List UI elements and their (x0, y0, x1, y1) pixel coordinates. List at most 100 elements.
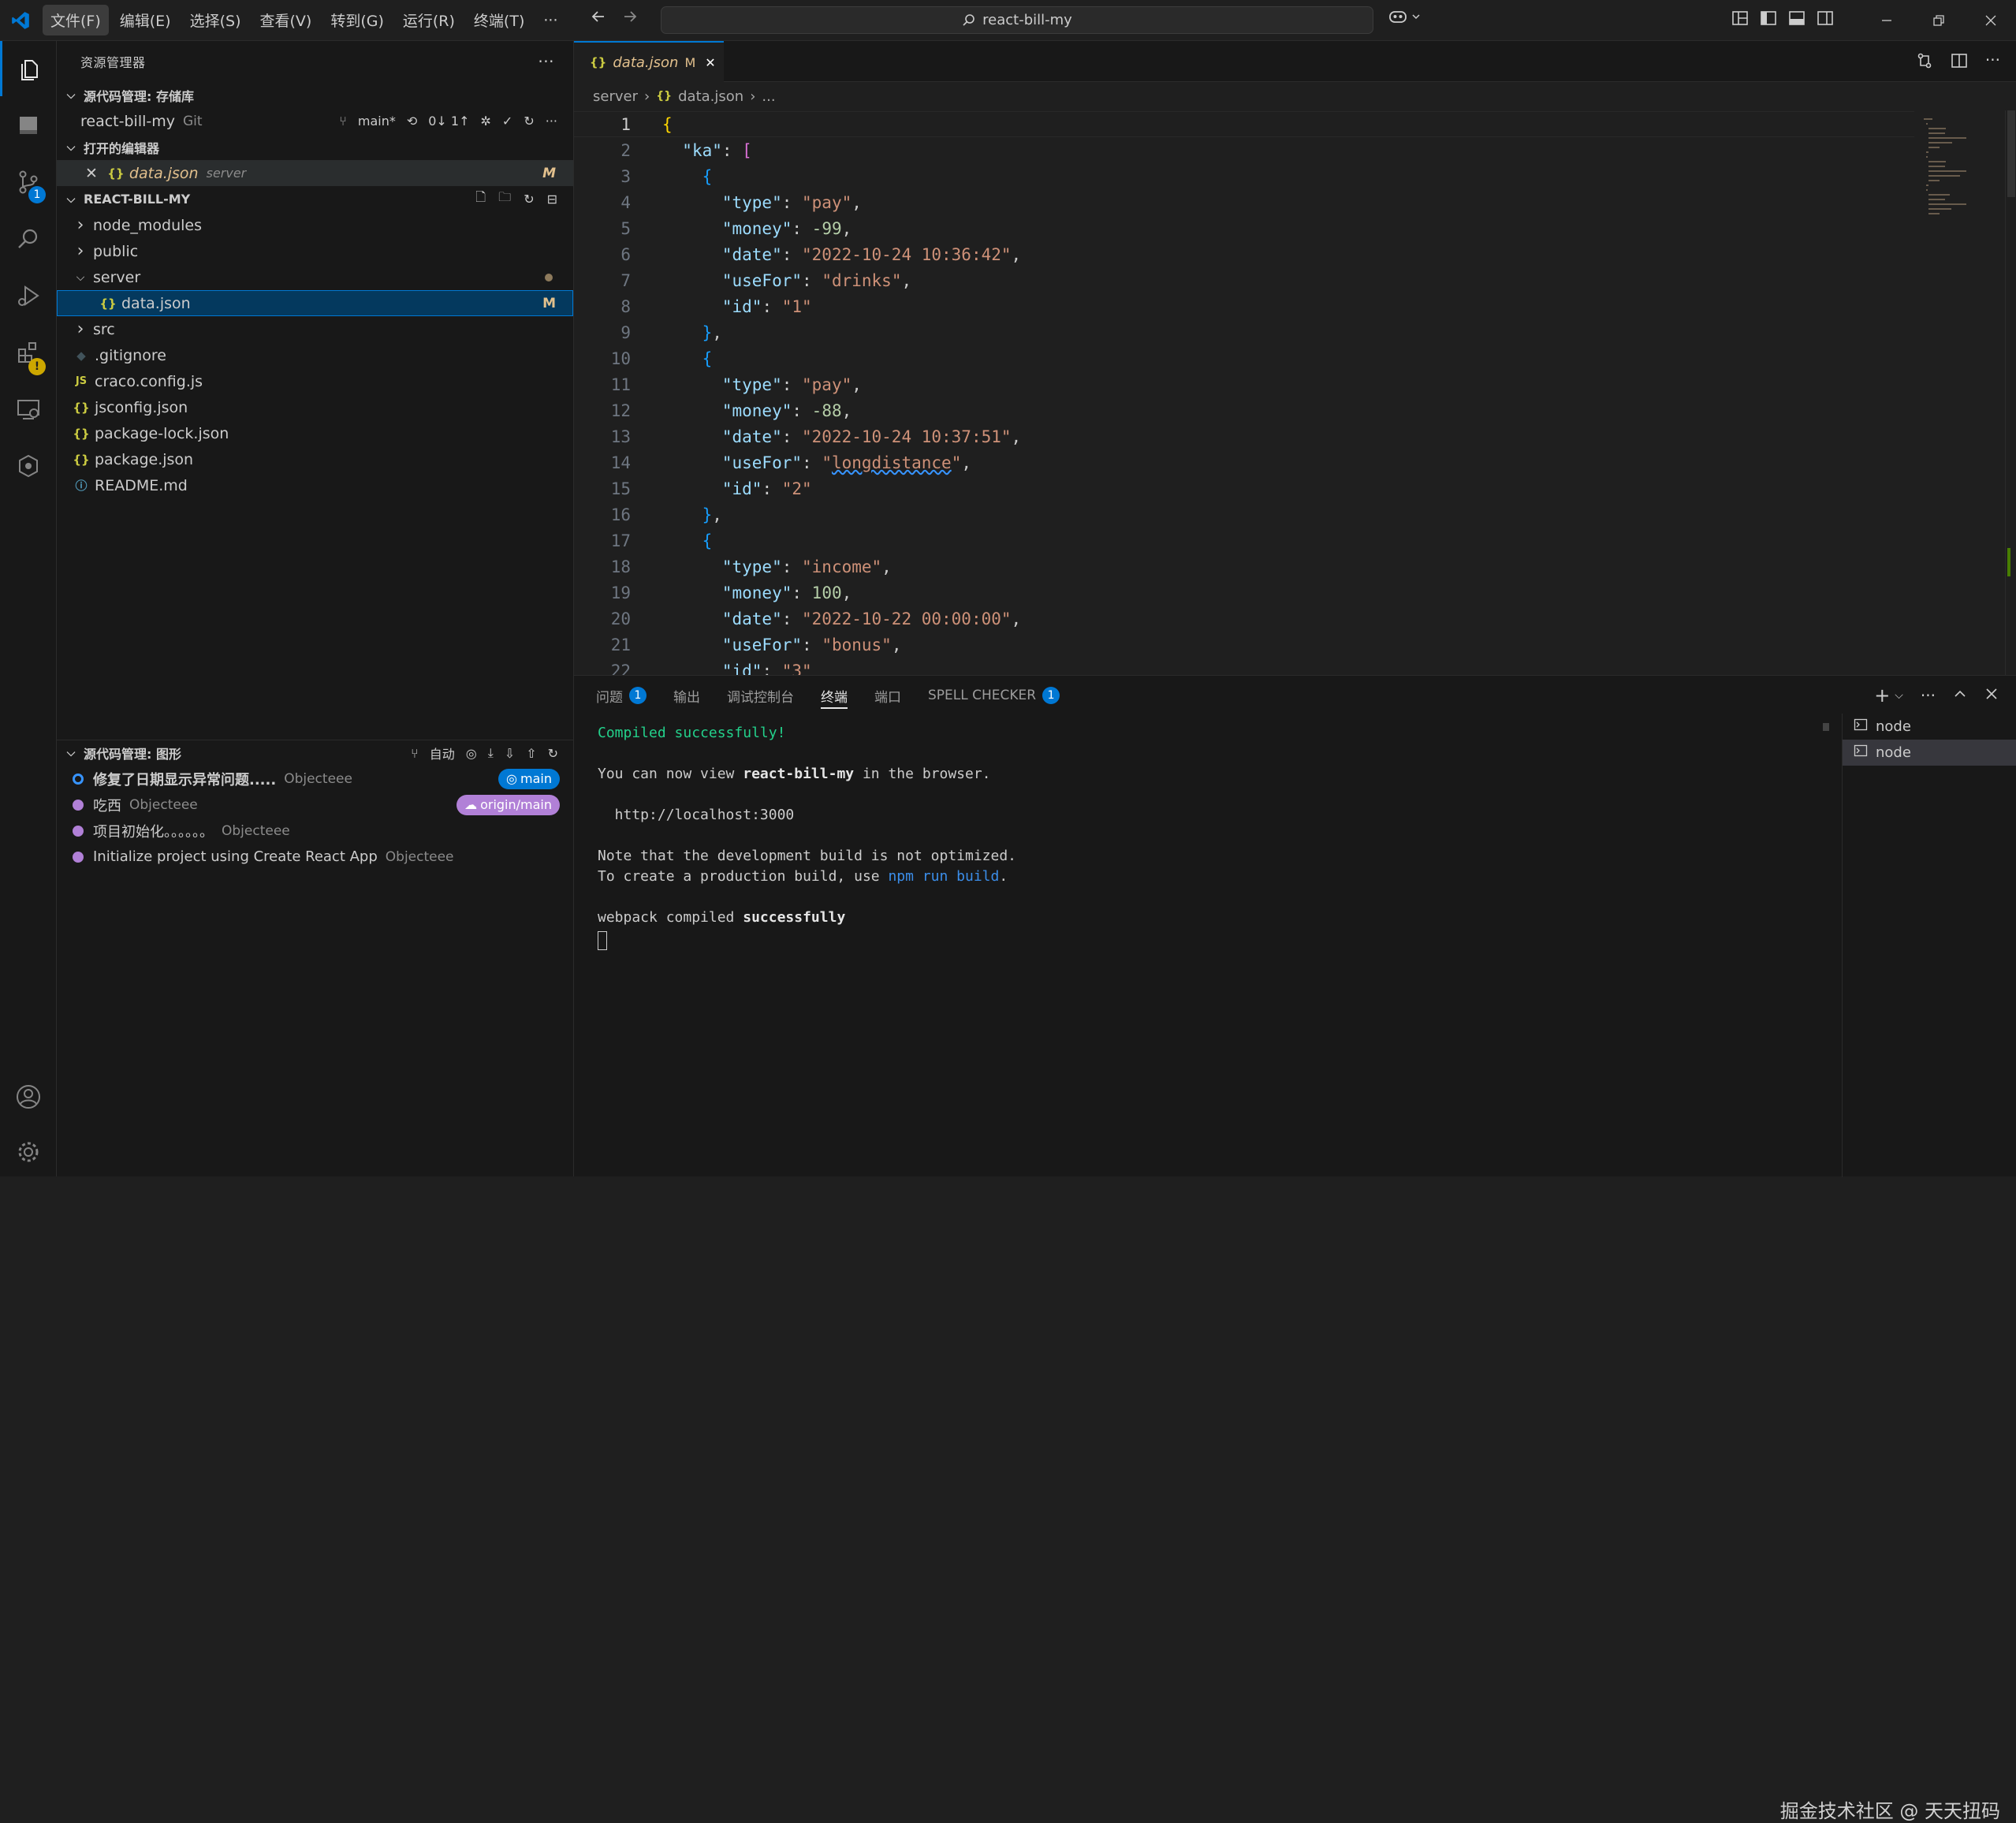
open-editors-header[interactable]: ⌵ 打开的编辑器 (57, 134, 573, 160)
explorer-item[interactable]: ◆ .gitignore (57, 342, 573, 368)
editor-scrollbar[interactable] (2005, 110, 2016, 675)
auto-label[interactable]: 自动 (430, 744, 455, 762)
fetch-icon[interactable]: ⤓ (488, 745, 494, 761)
explorer-item[interactable]: › node_modules (57, 212, 573, 238)
terminal-instance[interactable]: node (1843, 714, 2016, 740)
breadcrumb-folder[interactable]: server (593, 88, 638, 105)
maximize-panel-icon[interactable] (1953, 687, 1967, 704)
terminal-instance[interactable]: node (1843, 740, 2016, 766)
collapse-all-icon[interactable]: ⊟ (547, 192, 557, 207)
panel-tab[interactable]: 终端 (821, 676, 848, 715)
commit-check-icon[interactable]: ✓ (502, 114, 512, 129)
menu-item-6[interactable]: 终端(T) (466, 5, 532, 35)
toggle-primary-sidebar-icon[interactable] (1760, 9, 1777, 30)
minimize-button[interactable] (1861, 0, 1913, 41)
panel-tab[interactable]: 输出 (673, 676, 700, 715)
panel-tab[interactable]: SPELL CHECKER 1 (928, 676, 1060, 715)
run-debug-activity[interactable] (0, 268, 57, 323)
source-control-activity[interactable]: 1 (0, 155, 57, 210)
forward-arrow-icon[interactable] (621, 8, 639, 28)
tab-data-json[interactable]: {} data.json M ✕ (574, 41, 724, 82)
json-file-icon: {} (99, 296, 117, 311)
explorer-item[interactable]: {} package.json (57, 446, 573, 472)
close-window-button[interactable] (1965, 0, 2016, 41)
menu-item-2[interactable]: 选择(S) (182, 5, 249, 35)
accounts-activity[interactable] (0, 1069, 57, 1124)
copilot-button[interactable] (1388, 8, 1421, 25)
line-number: 14 (610, 453, 631, 472)
more-actions-icon[interactable]: ··· (538, 52, 554, 71)
more-actions-icon[interactable]: ··· (1921, 688, 1936, 703)
split-editor-icon[interactable] (1951, 52, 1968, 73)
menu-item-0[interactable]: 文件(F) (43, 5, 109, 35)
menu-item-3[interactable]: 查看(V) (252, 5, 320, 35)
minimap[interactable] (1918, 110, 2005, 292)
open-changes-icon[interactable] (1916, 52, 1933, 73)
explorer-activity[interactable] (0, 41, 57, 96)
menu-item-4[interactable]: 转到(G) (322, 5, 392, 35)
commit-graph-icon[interactable]: ✲ (481, 114, 491, 129)
commit-dot-icon (73, 825, 84, 837)
panel-tab[interactable]: 端口 (874, 676, 901, 715)
manage-activity[interactable] (0, 1124, 57, 1180)
push-icon[interactable]: ⇧ (526, 746, 536, 761)
branch-name[interactable]: main* (358, 114, 396, 129)
panel-tab[interactable]: 调试控制台 (727, 676, 794, 715)
panel-tab[interactable]: 问题 1 (596, 676, 647, 715)
explorer-item[interactable]: {} data.json M (57, 290, 573, 316)
commit-row[interactable]: Initialize project using Create React Ap… (57, 844, 574, 870)
pull-icon[interactable]: ⇩ (505, 746, 515, 761)
extensions-activity[interactable]: ! (0, 325, 57, 380)
restore-button[interactable] (1913, 0, 1965, 41)
new-terminal-icon[interactable]: + (1874, 686, 1890, 705)
menu-item-1[interactable]: 编辑(E) (112, 5, 179, 35)
explorer-item[interactable]: ⓘ README.md (57, 472, 573, 498)
explorer-item[interactable]: ⌵ server (57, 264, 573, 290)
refresh-icon[interactable]: ↻ (548, 746, 558, 761)
scrollbar-thumb[interactable] (2007, 110, 2015, 197)
chevron-down-icon[interactable]: ⌵ (1895, 689, 1903, 702)
explorer-header[interactable]: ⌵ REACT-BILL-MY 🗋 🗀 ↻ ⊟ (57, 186, 573, 212)
close-icon[interactable]: ✕ (85, 165, 98, 182)
refresh-icon[interactable]: ↻ (524, 192, 534, 207)
remote-explorer-activity[interactable] (0, 382, 57, 437)
explorer-item[interactable]: {} package-lock.json (57, 420, 573, 446)
commit-row[interactable]: 吃西 Objecteee ☁ origin/main (57, 792, 574, 818)
more-actions-icon[interactable]: ··· (1985, 52, 2000, 73)
explorer-item[interactable]: JS craco.config.js (57, 368, 573, 394)
code-editor[interactable]: 1{2 "ka": [3 {4 "type": "pay", 5 "money":… (574, 110, 2016, 675)
close-panel-icon[interactable] (1984, 687, 1999, 704)
commit-row[interactable]: 项目初始化。。。。。。 Objecteee (57, 818, 574, 844)
view-activity[interactable] (0, 98, 57, 153)
breadcrumb-symbol[interactable]: ... (762, 88, 775, 105)
sync-status[interactable]: 0↓ 1↑ (428, 114, 469, 129)
customize-layout-icon[interactable] (1731, 9, 1749, 30)
open-editor-item[interactable]: ✕ {} data.json server M (57, 160, 573, 186)
new-folder-icon[interactable]: 🗀 (498, 188, 511, 210)
explorer-item[interactable]: › src (57, 316, 573, 342)
gitlens-activity[interactable] (0, 438, 57, 494)
refresh-icon[interactable]: ↻ (524, 114, 534, 129)
toggle-panel-icon[interactable] (1788, 9, 1805, 30)
close-icon[interactable]: ✕ (705, 55, 715, 70)
explorer-item[interactable]: › public (57, 238, 573, 264)
branch-tag[interactable]: ◎ main (498, 768, 560, 789)
explorer-item[interactable]: {} jsconfig.json (57, 394, 573, 420)
new-file-icon[interactable]: 🗋 (475, 188, 486, 210)
target-icon[interactable]: ◎ (466, 746, 477, 761)
search-activity[interactable] (0, 211, 57, 267)
toggle-secondary-sidebar-icon[interactable] (1817, 9, 1834, 30)
command-center-search[interactable]: react-bill-my (661, 6, 1373, 34)
terminal-token: react-bill-my (743, 766, 855, 782)
terminal-output[interactable]: Compiled successfully! You can now view r… (598, 723, 1764, 1165)
repo-row[interactable]: react-bill-my Git ⑂ main* ⟲ 0↓ 1↑ ✲ ✓ ↻ … (57, 108, 573, 134)
menu-item-5[interactable]: 运行(R) (395, 5, 463, 35)
commit-row[interactable]: 修复了日期显示异常问题..... Objecteee ◎ main (57, 766, 574, 792)
scm-graph-header[interactable]: ⌵ 源代码管理: 图形 ⑂ 自动 ◎ ⤓ ⇩ ⇧ ↻ (57, 740, 574, 766)
menu-item-7[interactable]: ··· (535, 7, 565, 34)
scm-repos-header[interactable]: ⌵ 源代码管理: 存储库 (57, 82, 573, 108)
more-actions-icon[interactable]: ··· (546, 114, 557, 129)
breadcrumb-file[interactable]: data.json (678, 88, 743, 105)
branch-tag[interactable]: ☁ origin/main (456, 794, 560, 815)
back-arrow-icon[interactable] (590, 8, 607, 28)
